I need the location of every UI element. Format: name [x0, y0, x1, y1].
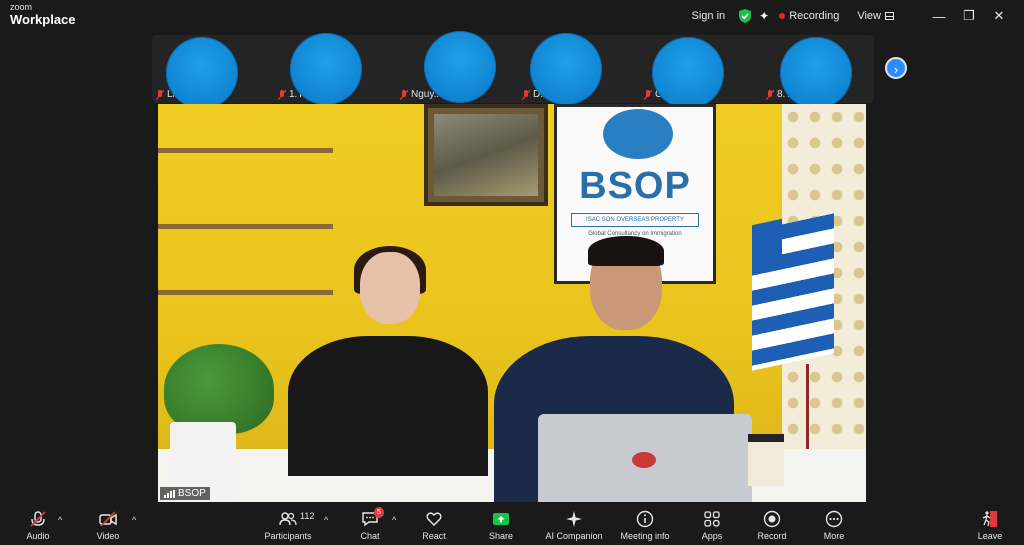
laptop	[538, 414, 752, 502]
ai-companion-button[interactable]: AI Companion	[538, 509, 610, 541]
audio-button[interactable]: Audio	[8, 509, 68, 541]
company-logo-avatar	[424, 31, 496, 103]
share-label: Share	[488, 531, 514, 541]
leave-button[interactable]: Leave	[960, 509, 1020, 541]
ai-sparkle-icon[interactable]: ✦	[759, 9, 769, 23]
company-logo-avatar	[530, 33, 602, 105]
video-label: Video	[96, 531, 120, 541]
mic-muted-icon	[30, 511, 46, 527]
record-button[interactable]: Record	[742, 509, 802, 541]
bsop-logo-icon	[603, 109, 673, 159]
record-icon	[763, 510, 781, 528]
more-button[interactable]: More	[804, 509, 864, 541]
chat-button[interactable]: 5 Chat	[340, 507, 400, 541]
meeting-info-label: Meeting info	[620, 531, 670, 541]
participants-options-caret[interactable]: ^	[324, 515, 328, 525]
shelf	[158, 224, 333, 229]
ai-companion-label: AI Companion	[545, 531, 603, 541]
ai-companion-icon	[566, 511, 582, 527]
share-screen-icon	[493, 513, 509, 525]
speaker-label: BSOP	[160, 487, 210, 500]
participants-label: Participants	[264, 531, 312, 541]
video-button[interactable]: Video	[78, 509, 138, 541]
active-speaker-video[interactable]: BSOP ISAC SON OVERSEAS PROPERTY Global C…	[158, 104, 866, 502]
company-logo-avatar	[166, 37, 238, 109]
plant	[164, 344, 274, 434]
coffee-cup	[748, 434, 784, 486]
participants-icon	[279, 512, 297, 526]
react-label: React	[422, 531, 446, 541]
participant-thumbnail-strip: Li 1...T... 1.T...inh - s... Nguy... D..…	[152, 35, 874, 103]
heart-icon	[426, 512, 442, 526]
close-button[interactable]: ✕	[984, 8, 1014, 24]
record-label: Record	[757, 531, 787, 541]
security-shield-icon[interactable]	[739, 9, 752, 23]
speaker-name: BSOP	[178, 488, 206, 499]
info-icon	[636, 510, 654, 528]
app-brand: zoom Workplace	[10, 2, 76, 27]
react-button[interactable]: React	[404, 509, 464, 541]
flag-canton	[752, 218, 782, 271]
presenter-woman	[288, 246, 488, 476]
company-logo-avatar	[652, 37, 724, 109]
signal-bars-icon	[164, 489, 175, 498]
muted-mic-icon	[522, 89, 530, 100]
participants-count: 112	[300, 511, 315, 521]
muted-mic-icon	[278, 89, 286, 100]
sign-in-link[interactable]: Sign in	[692, 10, 726, 22]
restore-button[interactable]: ❐	[954, 8, 984, 24]
camera-off-icon	[99, 511, 117, 527]
chevron-right-icon: ›	[893, 62, 899, 77]
view-button[interactable]: View	[857, 10, 894, 22]
minimize-button[interactable]: —	[924, 9, 954, 24]
video-options-caret[interactable]: ^	[132, 515, 136, 525]
muted-mic-icon	[156, 89, 164, 100]
leave-door-icon	[982, 511, 997, 527]
audio-options-caret[interactable]: ^	[58, 515, 62, 525]
chat-label: Chat	[360, 531, 380, 541]
apps-icon	[704, 511, 720, 527]
more-label: More	[823, 531, 845, 541]
poster-title: BSOP	[579, 165, 691, 207]
chat-unread-badge: 5	[374, 507, 384, 518]
meeting-info-button[interactable]: Meeting info	[612, 509, 678, 541]
chat-options-caret[interactable]: ^	[392, 515, 396, 525]
audio-label: Audio	[26, 531, 50, 541]
share-button[interactable]: Share	[471, 509, 531, 541]
painting	[424, 104, 548, 206]
muted-mic-icon	[644, 89, 652, 100]
leave-label: Leave	[977, 531, 1003, 541]
muted-mic-icon	[766, 89, 774, 100]
grid-icon	[885, 12, 894, 20]
recording-label: Recording	[789, 10, 840, 22]
more-dots-icon	[825, 510, 843, 528]
company-logo-avatar	[780, 37, 852, 109]
shelf	[158, 148, 333, 153]
next-page-button[interactable]: ›	[885, 57, 907, 79]
company-logo-avatar	[290, 33, 362, 105]
meeting-toolbar: Audio ^ Video ^ Participants 112 ^ 5 Cha…	[0, 505, 1024, 545]
view-label: View	[857, 10, 881, 22]
poster-subtitle: ISAC SON OVERSEAS PROPERTY	[571, 213, 699, 227]
muted-mic-icon	[400, 89, 408, 100]
brand-name: Workplace	[10, 12, 76, 27]
apps-button[interactable]: Apps	[682, 509, 742, 541]
recording-dot-icon	[779, 13, 786, 19]
apps-label: Apps	[701, 531, 723, 541]
recording-indicator[interactable]: Recording	[779, 10, 839, 22]
title-bar: zoom Workplace Sign in ✦ Recording View …	[0, 0, 1024, 32]
brand-small: zoom	[10, 2, 33, 12]
